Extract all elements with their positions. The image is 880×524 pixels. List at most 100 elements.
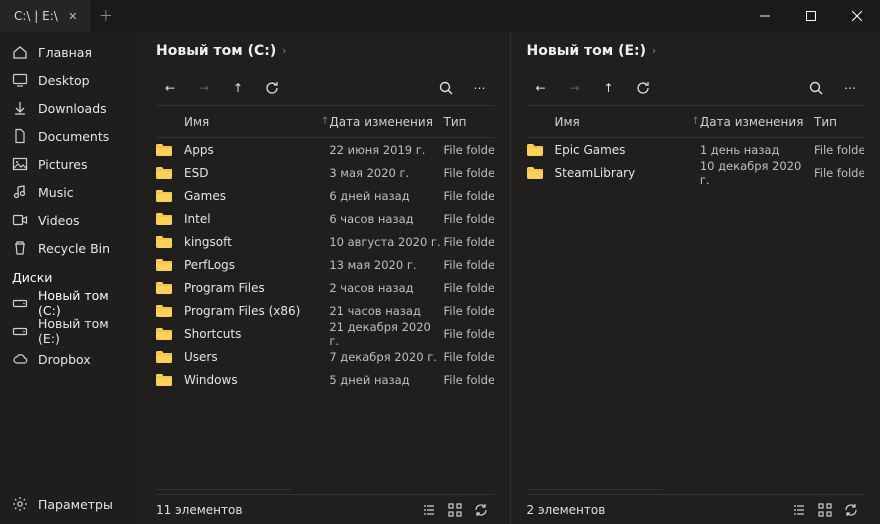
header-date[interactable]: Дата изменения — [700, 115, 814, 129]
sort-arrow-icon: ↑ — [691, 116, 699, 127]
status-text: 2 элементов — [527, 503, 606, 517]
search-button[interactable] — [802, 74, 830, 102]
folder-icon — [156, 167, 172, 179]
file-name: Users — [184, 350, 329, 364]
file-type: File folder — [444, 166, 494, 180]
title-bar: C:\ | E:\ ✕ ＋ — [0, 0, 880, 32]
breadcrumb[interactable]: Новый том (C:) — [156, 43, 276, 59]
folder-icon — [156, 305, 172, 317]
file-list: Epic Games 1 день назад File folder Stea… — [527, 138, 865, 489]
nav-forward-button[interactable]: → — [190, 74, 218, 102]
folder-icon — [156, 236, 172, 248]
sidebar-item-pictures[interactable]: Pictures — [0, 150, 140, 178]
file-name: SteamLibrary — [555, 166, 700, 180]
sidebar-item-music[interactable]: Music — [0, 178, 140, 206]
header-type[interactable]: Тип — [444, 115, 494, 129]
header-date[interactable]: Дата изменения — [329, 115, 443, 129]
refresh-button[interactable] — [258, 74, 286, 102]
file-name: Program Files (x86) — [184, 304, 329, 318]
file-type: File folder — [814, 143, 864, 157]
sidebar-item-label: Recycle Bin — [38, 241, 110, 256]
file-type: File folder — [444, 373, 494, 387]
file-row[interactable]: kingsoft 10 августа 2020 г. File folder — [156, 230, 494, 253]
sidebar-item-downloads[interactable]: Downloads — [0, 94, 140, 122]
view-grid-button[interactable] — [442, 497, 468, 523]
gear-icon — [12, 496, 28, 512]
sidebar-item-label: Главная — [38, 45, 92, 60]
status-text: 11 элементов — [156, 503, 242, 517]
more-button[interactable]: ⋯ — [466, 74, 494, 102]
documents-icon — [12, 128, 28, 144]
chevron-right-icon[interactable]: › — [652, 46, 656, 57]
nav-back-button[interactable]: ← — [527, 74, 555, 102]
file-name: Intel — [184, 212, 329, 226]
sidebar-item-recycle[interactable]: Recycle Bin — [0, 234, 140, 262]
column-headers: Имя↑ Дата изменения Тип — [156, 106, 494, 138]
sidebar-item-home[interactable]: Главная — [0, 38, 140, 66]
file-name: Windows — [184, 373, 329, 387]
file-row[interactable]: Program Files 2 часов назад File folder — [156, 276, 494, 299]
folder-icon — [156, 328, 172, 340]
videos-icon — [12, 212, 28, 228]
file-row[interactable]: Users 7 декабря 2020 г. File folder — [156, 345, 494, 368]
refresh-button[interactable] — [629, 74, 657, 102]
sidebar-item-label: Dropbox — [38, 352, 91, 367]
sidebar-item-drive-e[interactable]: Новый том (E:) — [0, 317, 140, 345]
file-type: File folder — [444, 350, 494, 364]
nav-back-button[interactable]: ← — [156, 74, 184, 102]
sidebar-item-documents[interactable]: Documents — [0, 122, 140, 150]
minimize-button[interactable] — [742, 0, 788, 32]
nav-forward-button[interactable]: → — [561, 74, 589, 102]
header-name[interactable]: Имя↑ — [184, 115, 329, 129]
file-name: Games — [184, 189, 329, 203]
close-tab-icon[interactable]: ✕ — [66, 9, 80, 23]
sync-button[interactable] — [838, 497, 864, 523]
sidebar-item-drive-c[interactable]: Новый том (C:) — [0, 289, 140, 317]
file-row[interactable]: Windows 5 дней назад File folder — [156, 368, 494, 391]
sidebar-item-label: Pictures — [38, 157, 88, 172]
sidebar-item-dropbox[interactable]: Dropbox — [0, 345, 140, 373]
sidebar-item-settings[interactable]: Параметры — [0, 490, 140, 518]
downloads-icon — [12, 100, 28, 116]
file-date: 13 мая 2020 г. — [329, 258, 443, 272]
search-button[interactable] — [432, 74, 460, 102]
sidebar-item-label: Music — [38, 185, 74, 200]
nav-up-button[interactable]: ↑ — [224, 74, 252, 102]
file-date: 21 декабря 2020 г. — [329, 320, 443, 348]
view-list-button[interactable] — [416, 497, 442, 523]
folder-icon — [156, 374, 172, 386]
header-type[interactable]: Тип — [814, 115, 864, 129]
sidebar-item-desktop[interactable]: Desktop — [0, 66, 140, 94]
view-grid-button[interactable] — [812, 497, 838, 523]
file-date: 6 дней назад — [329, 189, 443, 203]
file-type: File folder — [444, 212, 494, 226]
new-tab-button[interactable]: ＋ — [90, 0, 122, 32]
window-tab[interactable]: C:\ | E:\ ✕ — [0, 0, 90, 32]
file-name: kingsoft — [184, 235, 329, 249]
breadcrumb[interactable]: Новый том (E:) — [527, 43, 647, 59]
maximize-button[interactable] — [788, 0, 834, 32]
file-row[interactable]: Apps 22 июня 2019 г. File folder — [156, 138, 494, 161]
file-type: File folder — [444, 143, 494, 157]
close-window-button[interactable] — [834, 0, 880, 32]
column-headers: Имя↑ Дата изменения Тип — [527, 106, 865, 138]
sidebar-item-label: Documents — [38, 129, 109, 144]
nav-up-button[interactable]: ↑ — [595, 74, 623, 102]
file-row[interactable]: ESD 3 мая 2020 г. File folder — [156, 161, 494, 184]
folder-icon — [156, 282, 172, 294]
file-row[interactable]: Intel 6 часов назад File folder — [156, 207, 494, 230]
file-row[interactable]: SteamLibrary 10 декабря 2020 г. File fol… — [527, 161, 865, 184]
file-row[interactable]: Games 6 дней назад File folder — [156, 184, 494, 207]
sync-button[interactable] — [468, 497, 494, 523]
view-list-button[interactable] — [786, 497, 812, 523]
file-row[interactable]: PerfLogs 13 мая 2020 г. File folder — [156, 253, 494, 276]
file-row[interactable]: Shortcuts 21 декабря 2020 г. File folder — [156, 322, 494, 345]
file-type: File folder — [444, 281, 494, 295]
header-name[interactable]: Имя↑ — [555, 115, 700, 129]
more-button[interactable]: ⋯ — [836, 74, 864, 102]
sidebar-item-videos[interactable]: Videos — [0, 206, 140, 234]
sidebar-section-drives: Диски — [0, 262, 140, 289]
file-pane-1: Новый том (E:) › ← → ↑ ⋯ Имя↑ Дата измен… — [510, 32, 880, 524]
file-name: ESD — [184, 166, 329, 180]
chevron-right-icon[interactable]: › — [282, 46, 286, 57]
